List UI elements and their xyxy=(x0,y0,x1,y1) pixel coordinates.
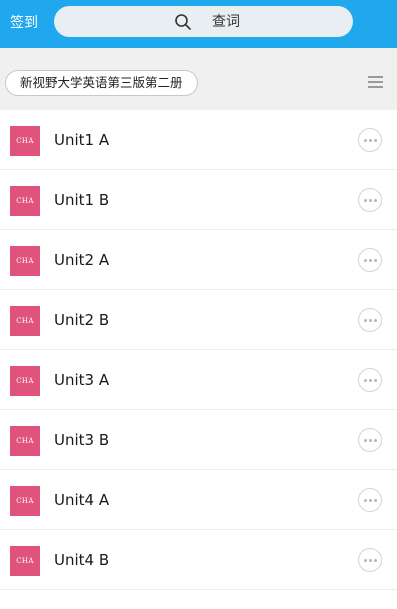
list-item[interactable]: CHA Unit1 B xyxy=(0,170,397,230)
list-item[interactable]: CHA Unit4 B xyxy=(0,530,397,590)
search-icon xyxy=(175,14,191,30)
list-item[interactable]: CHA Unit3 A xyxy=(0,350,397,410)
search-bar[interactable]: 查词 xyxy=(54,6,353,37)
unit-thumbnail: CHA xyxy=(10,366,40,396)
unit-title: Unit3 B xyxy=(54,431,110,449)
list-item[interactable]: CHA Unit2 B xyxy=(0,290,397,350)
top-bar: 签到 查词 xyxy=(0,0,397,48)
book-selector[interactable]: 新视野大学英语第三版第二册 xyxy=(5,70,198,96)
list-item[interactable]: CHA Unit1 A xyxy=(0,110,397,170)
search-label: 查词 xyxy=(212,14,240,30)
more-options-icon[interactable] xyxy=(358,308,382,332)
unit-title: Unit2 B xyxy=(54,311,110,329)
unit-thumbnail: CHA xyxy=(10,306,40,336)
checkin-button[interactable]: 签到 xyxy=(10,13,38,33)
more-options-icon[interactable] xyxy=(358,548,382,572)
unit-title: Unit1 A xyxy=(54,131,110,149)
more-options-icon[interactable] xyxy=(358,428,382,452)
unit-thumbnail: CHA xyxy=(10,546,40,576)
more-options-icon[interactable] xyxy=(358,488,382,512)
more-options-icon[interactable] xyxy=(358,368,382,392)
unit-thumbnail: CHA xyxy=(10,126,40,156)
unit-title: Unit3 A xyxy=(54,371,110,389)
unit-thumbnail: CHA xyxy=(10,186,40,216)
more-options-icon[interactable] xyxy=(358,248,382,272)
more-options-icon[interactable] xyxy=(358,128,382,152)
unit-thumbnail: CHA xyxy=(10,486,40,516)
unit-title: Unit1 B xyxy=(54,191,110,209)
book-bar: 新视野大学英语第三版第二册 xyxy=(0,48,397,110)
unit-title: Unit4 B xyxy=(54,551,110,569)
unit-list: CHA Unit1 A CHA Unit1 B CHA Unit2 A CHA … xyxy=(0,110,397,590)
unit-thumbnail: CHA xyxy=(10,426,40,456)
unit-title: Unit4 A xyxy=(54,491,110,509)
list-item[interactable]: CHA Unit3 B xyxy=(0,410,397,470)
list-item[interactable]: CHA Unit4 A xyxy=(0,470,397,530)
menu-icon[interactable] xyxy=(368,76,383,89)
more-options-icon[interactable] xyxy=(358,188,382,212)
unit-thumbnail: CHA xyxy=(10,246,40,276)
unit-title: Unit2 A xyxy=(54,251,110,269)
list-item[interactable]: CHA Unit2 A xyxy=(0,230,397,290)
